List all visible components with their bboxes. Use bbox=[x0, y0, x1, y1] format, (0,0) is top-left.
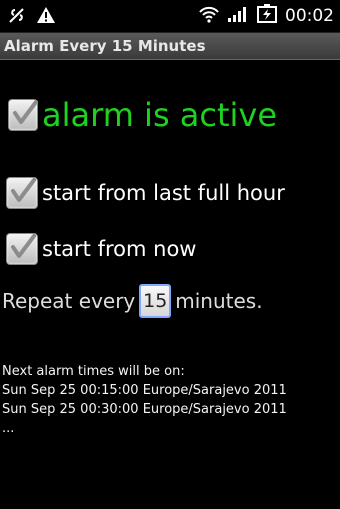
battery-charging-icon bbox=[256, 4, 278, 28]
usb-debugging-icon bbox=[8, 6, 26, 28]
checkmark-icon bbox=[11, 234, 36, 258]
next-alarm-time: Sun Sep 25 00:15:00 Europe/Sarajevo 2011 bbox=[2, 383, 287, 398]
signal-icon bbox=[227, 5, 249, 27]
start-last-full-hour-checkbox[interactable] bbox=[6, 177, 38, 209]
warning-icon bbox=[36, 6, 56, 28]
repeat-prefix-label: Repeat every bbox=[2, 289, 136, 313]
next-alarm-heading: Next alarm times will be on: bbox=[2, 364, 185, 379]
next-alarm-more: ... bbox=[2, 421, 15, 436]
status-left-icons bbox=[8, 6, 56, 28]
alarm-active-label: alarm is active bbox=[42, 96, 278, 134]
start-from-now-label: start from now bbox=[42, 237, 197, 261]
repeat-interval-row: Repeat every 15 minutes. bbox=[2, 284, 263, 318]
status-clock: 00:02 bbox=[285, 6, 334, 26]
next-alarm-time: Sun Sep 25 00:30:00 Europe/Sarajevo 2011 bbox=[2, 402, 287, 417]
app-title-bar: Alarm Every 15 Minutes bbox=[0, 33, 340, 60]
repeat-minutes-input[interactable]: 15 bbox=[139, 284, 172, 318]
start-from-now-checkbox[interactable] bbox=[6, 233, 38, 265]
start-from-now-option[interactable]: start from now bbox=[6, 233, 196, 265]
next-alarm-list: Next alarm times will be on: Sun Sep 25 … bbox=[2, 362, 287, 438]
status-bar: 00:02 bbox=[0, 0, 340, 33]
wifi-icon bbox=[198, 5, 220, 27]
checkmark-icon bbox=[11, 178, 36, 202]
alarm-active-toggle[interactable]: alarm is active bbox=[8, 99, 277, 131]
checkmark-icon bbox=[13, 100, 38, 124]
alarm-active-checkbox[interactable] bbox=[8, 99, 38, 131]
repeat-suffix-label: minutes. bbox=[175, 289, 263, 313]
app-title: Alarm Every 15 Minutes bbox=[4, 37, 206, 55]
status-right-icons: 00:02 bbox=[198, 4, 334, 28]
start-last-full-hour-label: start from last full hour bbox=[42, 181, 285, 205]
start-last-full-hour-option[interactable]: start from last full hour bbox=[6, 177, 285, 209]
